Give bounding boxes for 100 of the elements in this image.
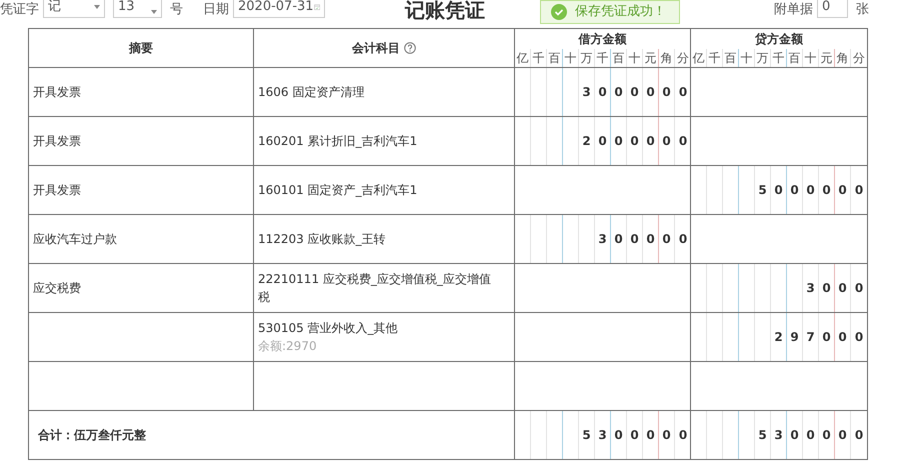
field-label: 附单据 [774,1,813,19]
amount-digit: 0 [678,426,688,444]
amount-digit: 0 [627,214,643,262]
amount-digit: 3 [771,410,787,458]
account-text: 1606 固定资产清理 [258,84,366,100]
amount-digit: 0 [643,68,659,116]
caret-icon [94,5,100,9]
unit-label: 百 [611,48,627,66]
unit-label: 千 [531,48,547,66]
amount-digit: 0 [835,410,851,458]
amount-digit: 2 [579,116,595,164]
help-icon[interactable] [404,42,416,54]
unit-label: 角 [659,48,675,66]
summary-text: 应交税费 [33,280,81,294]
amount-digit: 0 [627,68,643,116]
column-header: 借方金额 [578,32,626,46]
amount-digit: 0 [803,410,819,458]
amount-digit: 0 [659,410,675,458]
amount-digit: 0 [611,410,627,458]
amount-digit: 0 [854,280,864,296]
unit-label: 万 [579,48,595,66]
amount-digit: 9 [787,312,803,360]
attachments-field[interactable]: 0 [817,0,848,18]
summary-text: 应收汽车过户款 [33,232,117,246]
account-text: 160101 固定资产_吉利汽车1 [258,182,418,198]
account-text: 530105 营业外收入_其他 [258,320,399,336]
amount-digit: 0 [659,68,675,116]
amount-digit: 0 [854,182,864,198]
total-text: 合计：伍万叁仟元整 [38,428,146,442]
amount-digit: 0 [835,264,851,312]
summary-text: 开具发票 [33,134,81,148]
field-label: 凭证字 [0,1,39,19]
amount-digit: 2 [771,312,787,360]
field-label: 号 [170,1,183,19]
amount-digit: 0 [678,84,688,100]
summary-text: 开具发票 [33,182,81,196]
amount-digit: 0 [787,410,803,458]
amount-digit: 3 [803,264,819,312]
unit-label: 分 [852,50,866,66]
caret-icon [151,10,157,14]
amount-digit: 0 [854,426,864,444]
amount-digit: 0 [771,166,787,214]
amount-digit: 0 [643,116,659,164]
amount-digit: 0 [835,166,851,214]
voucher-word-select[interactable]: 记 [43,0,105,18]
unit-label: 千 [707,48,723,66]
unit-label: 百 [787,48,803,66]
account-text: 112203 应收账款_王转 [258,230,387,248]
amount-digit: 0 [611,214,627,262]
unit-label: 元 [819,48,835,66]
balance-text: 余额:2970 [258,338,318,354]
column-header: 会计科目 [352,40,400,55]
account-text: 22210111 应交税费_应交增值税_应交增值税 [258,270,492,306]
amount-digit: 0 [643,214,659,262]
unit-label: 亿 [691,48,707,66]
account-text: 160201 累计折旧_吉利汽车1 [258,132,418,150]
amount-digit: 0 [611,116,627,164]
amount-digit: 0 [595,116,611,164]
unit-label: 千 [771,48,787,66]
amount-digit: 0 [854,328,864,346]
check-circle-icon [551,4,567,20]
amount-digit: 7 [803,312,819,360]
field-label: 张 [856,1,869,19]
unit-label: 万 [755,48,771,66]
number-select[interactable]: 13 [113,0,162,18]
amount-digit: 0 [819,166,835,214]
unit-label: 百 [547,48,563,66]
amount-digit: 0 [643,410,659,458]
amount-digit: 0 [803,166,819,214]
unit-label: 分 [676,50,690,66]
unit-label: 元 [643,48,659,66]
unit-label: 角 [835,48,851,66]
field-label: 日期 [203,1,229,19]
unit-label: 十 [739,48,755,66]
toast: 保存凭证成功！ [540,0,680,24]
amount-digit: 5 [755,166,771,214]
amount-digit: 0 [659,116,675,164]
amount-digit: 5 [579,410,595,458]
amount-digit: 0 [819,410,835,458]
date-field[interactable]: 2020-07-31 [233,0,325,18]
column-header: 贷方金额 [755,32,803,46]
unit-label: 十 [563,48,579,66]
unit-label: 十 [803,48,819,66]
amount-digit: 0 [678,230,688,248]
amount-digit: 0 [627,410,643,458]
amount-digit: 0 [595,68,611,116]
summary-text: 开具发票 [33,84,81,98]
amount-digit: 3 [579,68,595,116]
unit-label: 千 [595,48,611,66]
amount-digit: 0 [819,264,835,312]
amount-digit: 0 [678,132,688,150]
amount-digit: 0 [627,116,643,164]
amount-digit: 0 [819,312,835,360]
amount-digit: 0 [611,68,627,116]
amount-digit: 0 [787,166,803,214]
amount-digit: 3 [595,214,611,262]
unit-label: 百 [723,48,739,66]
unit-label: 亿 [515,48,531,66]
amount-digit: 3 [595,410,611,458]
amount-digit: 5 [755,410,771,458]
